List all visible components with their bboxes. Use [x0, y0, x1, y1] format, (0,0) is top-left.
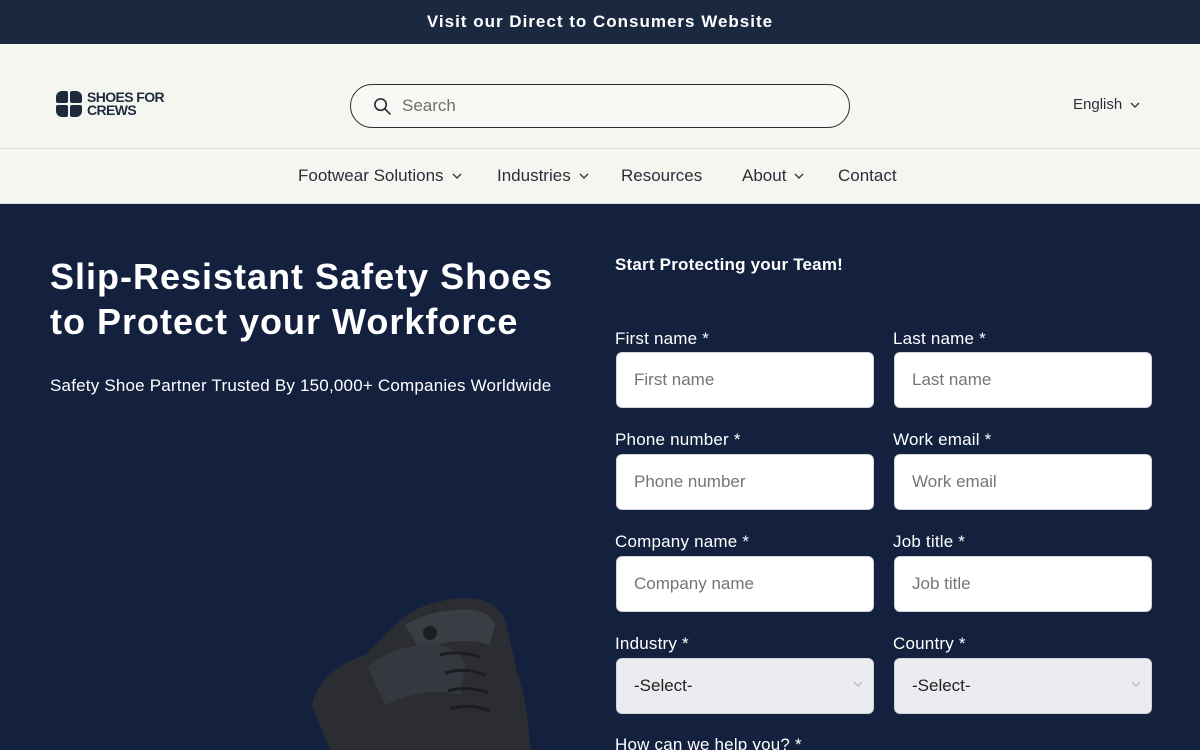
logo-mark-icon	[56, 91, 82, 117]
main-nav: Footwear Solutions Industries Resources …	[0, 149, 1200, 204]
chevron-down-icon	[853, 681, 863, 687]
nav-item-label: Industries	[497, 166, 571, 185]
hero-subtitle: Safety Shoe Partner Trusted By 150,000+ …	[50, 376, 552, 395]
last-name-label: Last name *	[893, 329, 986, 348]
help-label: How can we help you? *	[615, 735, 802, 750]
nav-item-contact[interactable]: Contact	[838, 166, 897, 186]
language-selector[interactable]: English	[1073, 96, 1140, 113]
job-title-label: Job title *	[893, 532, 966, 551]
language-label: English	[1073, 96, 1123, 113]
search-input[interactable]	[402, 96, 802, 116]
site-header: SHOES FOR CREWS English	[0, 44, 1200, 149]
form-title: Start Protecting your Team!	[615, 255, 844, 274]
announcement-bar: Visit our Direct to Consumers Website	[0, 0, 1200, 44]
logo-text: SHOES FOR CREWS	[87, 90, 165, 118]
chevron-down-icon	[1130, 102, 1140, 108]
nav-item-footwear-solutions[interactable]: Footwear Solutions	[298, 166, 462, 186]
nav-item-label: Contact	[838, 166, 897, 185]
search-icon	[374, 97, 391, 115]
direct-to-consumer-link[interactable]: Visit our Direct to Consumers Website	[427, 12, 773, 32]
first-name-field[interactable]	[616, 352, 874, 408]
chevron-down-icon	[579, 173, 589, 179]
chevron-down-icon	[452, 173, 461, 179]
phone-field[interactable]	[616, 454, 874, 510]
email-label: Work email *	[893, 430, 992, 449]
company-field[interactable]	[616, 556, 874, 612]
country-select-value: -Select-	[912, 676, 971, 695]
logo[interactable]: SHOES FOR CREWS	[56, 90, 165, 118]
country-label: Country *	[893, 634, 966, 653]
chevron-down-icon	[1131, 681, 1141, 687]
search-bar[interactable]	[350, 84, 850, 128]
email-field[interactable]	[894, 454, 1152, 510]
chevron-down-icon	[794, 173, 804, 179]
industry-label: Industry *	[615, 634, 689, 653]
nav-item-industries[interactable]: Industries	[497, 166, 589, 186]
industry-select[interactable]: -Select-	[616, 658, 874, 714]
nav-item-label: About	[742, 166, 787, 185]
safety-shoe-image	[312, 598, 530, 750]
job-title-field[interactable]	[894, 556, 1152, 612]
nav-item-resources[interactable]: Resources	[621, 166, 702, 186]
last-name-field[interactable]	[894, 352, 1152, 408]
logo-line-2: CREWS	[87, 102, 137, 118]
country-select[interactable]: -Select-	[894, 658, 1152, 714]
phone-label: Phone number *	[615, 430, 741, 449]
company-label: Company name *	[615, 532, 750, 551]
nav-item-label: Footwear Solutions	[298, 166, 444, 185]
nav-item-about[interactable]: About	[742, 166, 804, 186]
first-name-label: First name *	[615, 329, 710, 348]
industry-select-value: -Select-	[634, 676, 693, 695]
hero-title: Slip-Resistant Safety Shoes to Protect y…	[50, 256, 554, 342]
nav-item-label: Resources	[621, 166, 703, 185]
